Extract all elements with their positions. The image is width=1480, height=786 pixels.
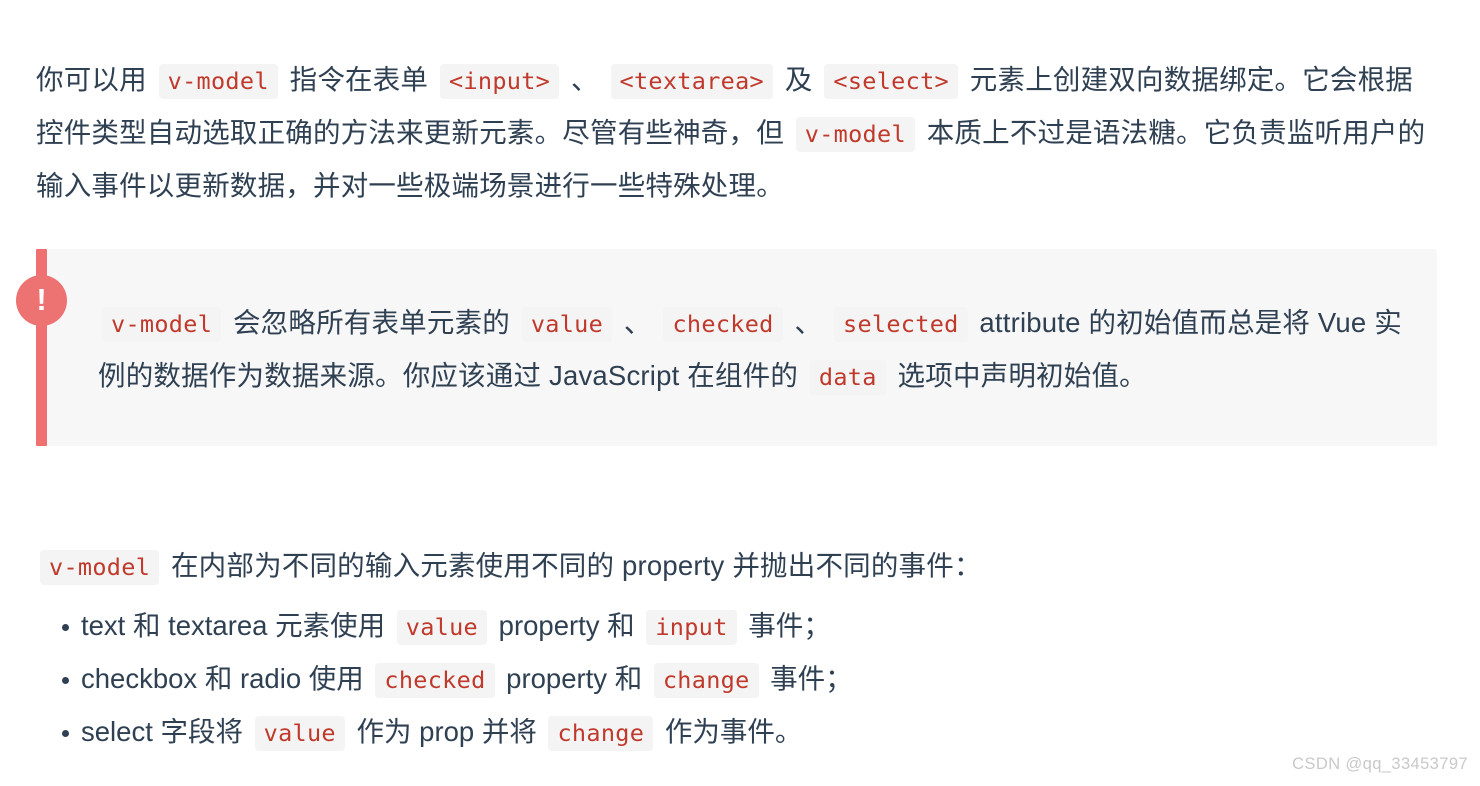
warning-callout: ! v-model 会忽略所有表单元素的 value 、 checked 、 s… [16,249,1437,446]
callout-text: v-model 会忽略所有表单元素的 value 、 checked 、 sel… [98,297,1428,403]
inline-code: checked [663,306,783,342]
inline-code: value [521,306,613,342]
inline-code: input [646,610,737,645]
inline-code: v-model [158,63,278,99]
bullet-dot-icon [62,730,69,737]
inline-code: checked [375,663,495,698]
property-event-list: text 和 textarea 元素使用 value property 和 in… [36,600,1436,759]
inline-code: <textarea> [610,63,773,99]
inline-code: <select> [824,63,958,99]
csdn-watermark: CSDN @qq_33453797 [1292,755,1468,773]
mid-paragraph: v-model 在内部为不同的输入元素使用不同的 property 并抛出不同的… [36,540,1436,593]
inline-code: <input> [439,63,560,99]
exclamation-glyph: ! [36,282,47,317]
bullet-dot-icon [62,624,69,631]
inline-code: v-model [795,116,915,152]
list-item: select 字段将 value 作为 prop 并将 change 作为事件。 [36,706,1436,759]
inline-code: selected [834,306,968,342]
exclamation-circle-icon: ! [16,275,67,326]
bullet-dot-icon [62,677,69,684]
inline-code: value [396,610,488,645]
inline-code: v-model [102,306,222,342]
list-item: text 和 textarea 元素使用 value property 和 in… [36,600,1436,653]
inline-code: change [653,663,759,698]
inline-code: change [548,716,654,751]
list-item: checkbox 和 radio 使用 checked property 和 c… [36,653,1436,706]
list-item-text: checkbox 和 radio 使用 checked property 和 c… [81,663,853,698]
list-item-text: select 字段将 value 作为 prop 并将 change 作为事件。 [81,716,802,751]
inline-code: v-model [40,549,160,585]
inline-code: value [254,716,345,751]
inline-code: data [809,359,886,395]
document-page: 你可以用 v-model 指令在表单 <input> 、 <textarea> … [0,0,1480,786]
list-item-text: text 和 textarea 元素使用 value property 和 in… [81,610,831,645]
intro-paragraph: 你可以用 v-model 指令在表单 <input> 、 <textarea> … [36,63,1426,201]
